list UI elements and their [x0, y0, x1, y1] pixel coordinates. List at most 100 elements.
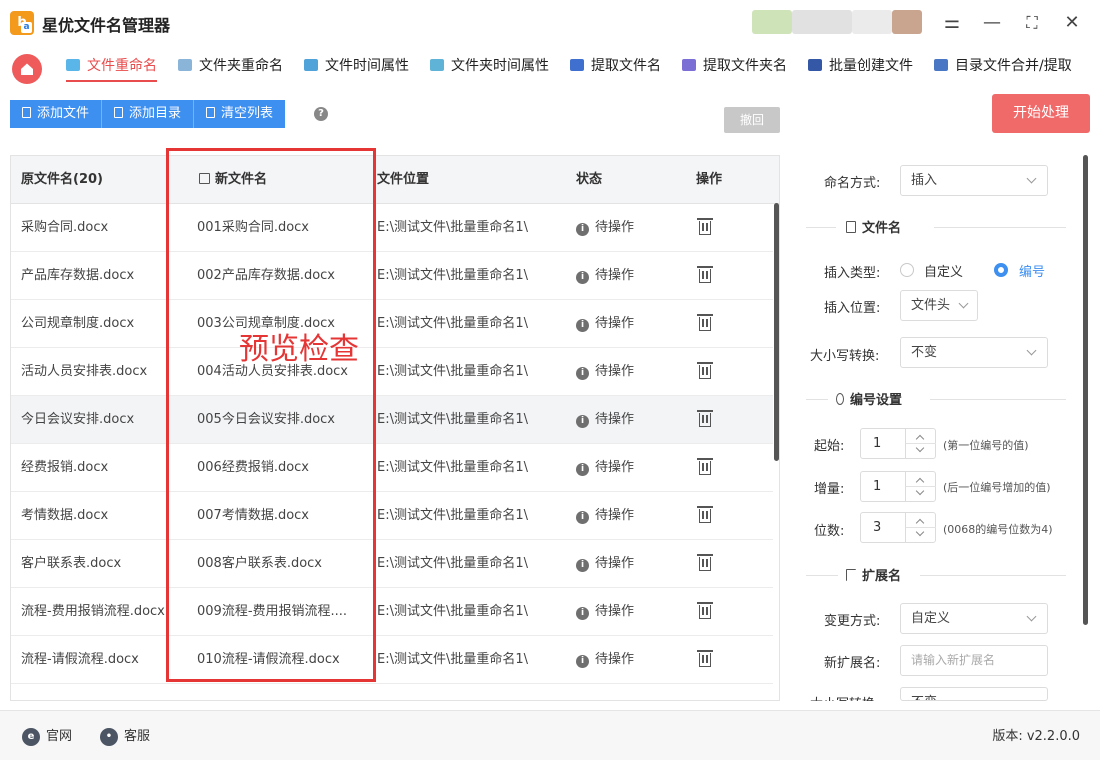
radio-number-label: 编号 [1019, 265, 1046, 280]
tab-folder-time[interactable]: 文件夹时间属性 [430, 56, 549, 82]
close-icon[interactable]: ✕ [1060, 11, 1084, 35]
stepper-arrows[interactable] [905, 429, 936, 458]
chevron-down-icon[interactable] [915, 486, 925, 496]
delete-row-icon[interactable] [697, 506, 713, 523]
undo-button[interactable]: 撤回 [724, 107, 780, 133]
status-cell: i 待操作 [576, 300, 676, 348]
delete-row-icon[interactable] [697, 266, 713, 283]
chevron-down-icon [1026, 611, 1037, 622]
support-link[interactable]: 客服 [124, 728, 150, 746]
delete-row-icon[interactable] [697, 650, 713, 667]
stepper-arrows[interactable] [905, 513, 936, 542]
website-link[interactable]: 官网 [46, 728, 72, 746]
start-stepper[interactable]: 1 [860, 428, 936, 459]
tab-label: 提取文件名 [591, 58, 661, 74]
insert-pos-value: 文件头 [911, 298, 951, 313]
tab-file-rename[interactable]: 文件重命名 [66, 56, 157, 82]
header-location[interactable]: 文件位置 [377, 156, 429, 204]
delete-row-icon[interactable] [697, 458, 713, 475]
settings-icon[interactable]: ⚌ [940, 11, 964, 35]
tab-folder-rename[interactable]: 文件夹重命名 [178, 56, 283, 82]
file-table: 原文件名(20) 新文件名 文件位置 状态 操作 采购合同.docx 001采购合… [10, 155, 780, 701]
tab-dir-merge[interactable]: 目录文件合并/提取 [934, 56, 1072, 82]
insert-pos-select[interactable]: 文件头 [900, 290, 978, 321]
delete-row-icon[interactable] [697, 218, 713, 235]
tab-batch-create[interactable]: 批量创建文件 [808, 56, 913, 82]
increment-stepper[interactable]: 1 [860, 471, 936, 502]
clear-list-label: 清空列表 [221, 106, 274, 121]
nav-tabs: 文件重命名 文件夹重命名 文件时间属性 文件夹时间属性 提取文件名 提取文件夹名… [0, 46, 1100, 90]
table-scrollbar[interactable] [774, 203, 779, 461]
minimize-icon[interactable]: — [980, 11, 1004, 35]
location-cell: E:\测试文件\批量重命名1\ [377, 364, 529, 379]
header-status[interactable]: 状态 [576, 156, 602, 204]
table-row[interactable]: 公司规章制度.docx 003公司规章制度.docx E:\测试文件\批量重命名1\… [11, 300, 773, 348]
chevron-up-icon[interactable] [915, 518, 925, 528]
chat-icon[interactable]: • [100, 728, 118, 746]
digits-stepper[interactable]: 3 [860, 512, 936, 543]
delete-row-icon[interactable] [697, 314, 713, 331]
chevron-up-icon[interactable] [915, 434, 925, 444]
case-select[interactable]: 不变 [900, 337, 1048, 368]
add-dir-button[interactable]: 添加目录 [102, 100, 195, 128]
list-toolbar: 添加文件 添加目录 清空列表 [10, 100, 286, 128]
chevron-up-icon[interactable] [915, 477, 925, 487]
digits-label: 位数: [814, 524, 845, 539]
home-button[interactable] [12, 54, 42, 84]
table-row[interactable]: 今日会议安排.docx 005今日会议安排.docx E:\测试文件\批量重命名1\… [11, 396, 773, 444]
table-row[interactable]: 采购合同.docx 001采购合同.docx E:\测试文件\批量重命名1\ i 待操作 [11, 204, 773, 252]
settings-panel: 命名方式: 插入 文件名 插入类型: 自定义 编号 插入位置: 文件头 大小写转… [790, 155, 1090, 701]
start-button[interactable]: 开始处理 [992, 94, 1090, 133]
status-cell: i 待操作 [576, 204, 676, 252]
radio-number[interactable] [994, 263, 1008, 277]
delete-row-icon[interactable] [697, 410, 713, 427]
file-rename-icon [66, 59, 80, 71]
tab-extract-foldername[interactable]: 提取文件夹名 [682, 56, 787, 82]
naming-mode-value: 插入 [911, 173, 938, 188]
table-row[interactable]: 产品库存数据.docx 002产品库存数据.docx E:\测试文件\批量重命名1\… [11, 252, 773, 300]
digits-value: 3 [873, 520, 882, 535]
table-row[interactable]: 流程-请假流程.docx 010流程-请假流程.docx E:\测试文件\批量重命名… [11, 636, 773, 684]
clear-list-button[interactable]: 清空列表 [194, 100, 286, 128]
ext-mode-select[interactable]: 自定义 [900, 603, 1048, 634]
flag-icon [846, 569, 856, 581]
status-text: 待操作 [595, 556, 635, 571]
help-icon[interactable]: ? [314, 107, 328, 121]
header-action: 操作 [696, 172, 723, 187]
add-file-button[interactable]: 添加文件 [10, 100, 103, 128]
stepper-arrows[interactable] [905, 472, 936, 501]
info-icon: i [576, 511, 589, 524]
naming-mode-select[interactable]: 插入 [900, 165, 1048, 196]
chevron-down-icon [1026, 173, 1037, 184]
delete-row-icon[interactable] [697, 362, 713, 379]
radio-custom[interactable] [900, 263, 914, 277]
original-name-cell: 流程-费用报销流程.docx [21, 604, 165, 619]
panel-scrollbar[interactable] [1083, 155, 1088, 625]
chevron-down-icon[interactable] [915, 443, 925, 453]
table-row[interactable]: 经费报销.docx 006经费报销.docx E:\测试文件\批量重命名1\ i 待操作 [11, 444, 773, 492]
delete-row-icon[interactable] [697, 554, 713, 571]
location-cell: E:\测试文件\批量重命名1\ [377, 412, 529, 427]
header-original-name[interactable]: 原文件名(20) [21, 156, 103, 204]
tab-extract-filename[interactable]: 提取文件名 [570, 56, 661, 82]
table-row[interactable]: 考情数据.docx 007考情数据.docx E:\测试文件\批量重命名1\ i 待操作 [11, 492, 773, 540]
table-row-partial[interactable] [11, 684, 773, 700]
tab-file-time[interactable]: 文件时间属性 [304, 56, 409, 82]
new-ext-input[interactable]: 请输入新扩展名 [900, 645, 1048, 676]
chevron-down-icon[interactable] [915, 527, 925, 537]
folder-time-icon [430, 59, 444, 71]
website-icon[interactable]: e [22, 728, 40, 746]
table-row[interactable]: 流程-费用报销流程.docx 009流程-费用报销流程.... E:\测试文件\批量… [11, 588, 773, 636]
delete-row-icon[interactable] [697, 602, 713, 619]
divider [806, 399, 828, 400]
section-filename-title: 文件名 [846, 217, 901, 236]
ext-case-select[interactable]: 不变 [900, 687, 1048, 701]
case-label: 大小写转换: [810, 349, 880, 364]
user-avatar-blurred[interactable] [752, 10, 922, 34]
info-icon: i [576, 415, 589, 428]
table-row[interactable]: 客户联系表.docx 008客户联系表.docx E:\测试文件\批量重命名1\ i 待… [11, 540, 773, 588]
table-header: 原文件名(20) 新文件名 文件位置 状态 操作 [11, 156, 779, 204]
maximize-icon[interactable]: ⛶ [1020, 11, 1044, 35]
tab-label: 批量创建文件 [829, 58, 913, 74]
table-row[interactable]: 活动人员安排表.docx 004活动人员安排表.docx E:\测试文件\批量重命名… [11, 348, 773, 396]
